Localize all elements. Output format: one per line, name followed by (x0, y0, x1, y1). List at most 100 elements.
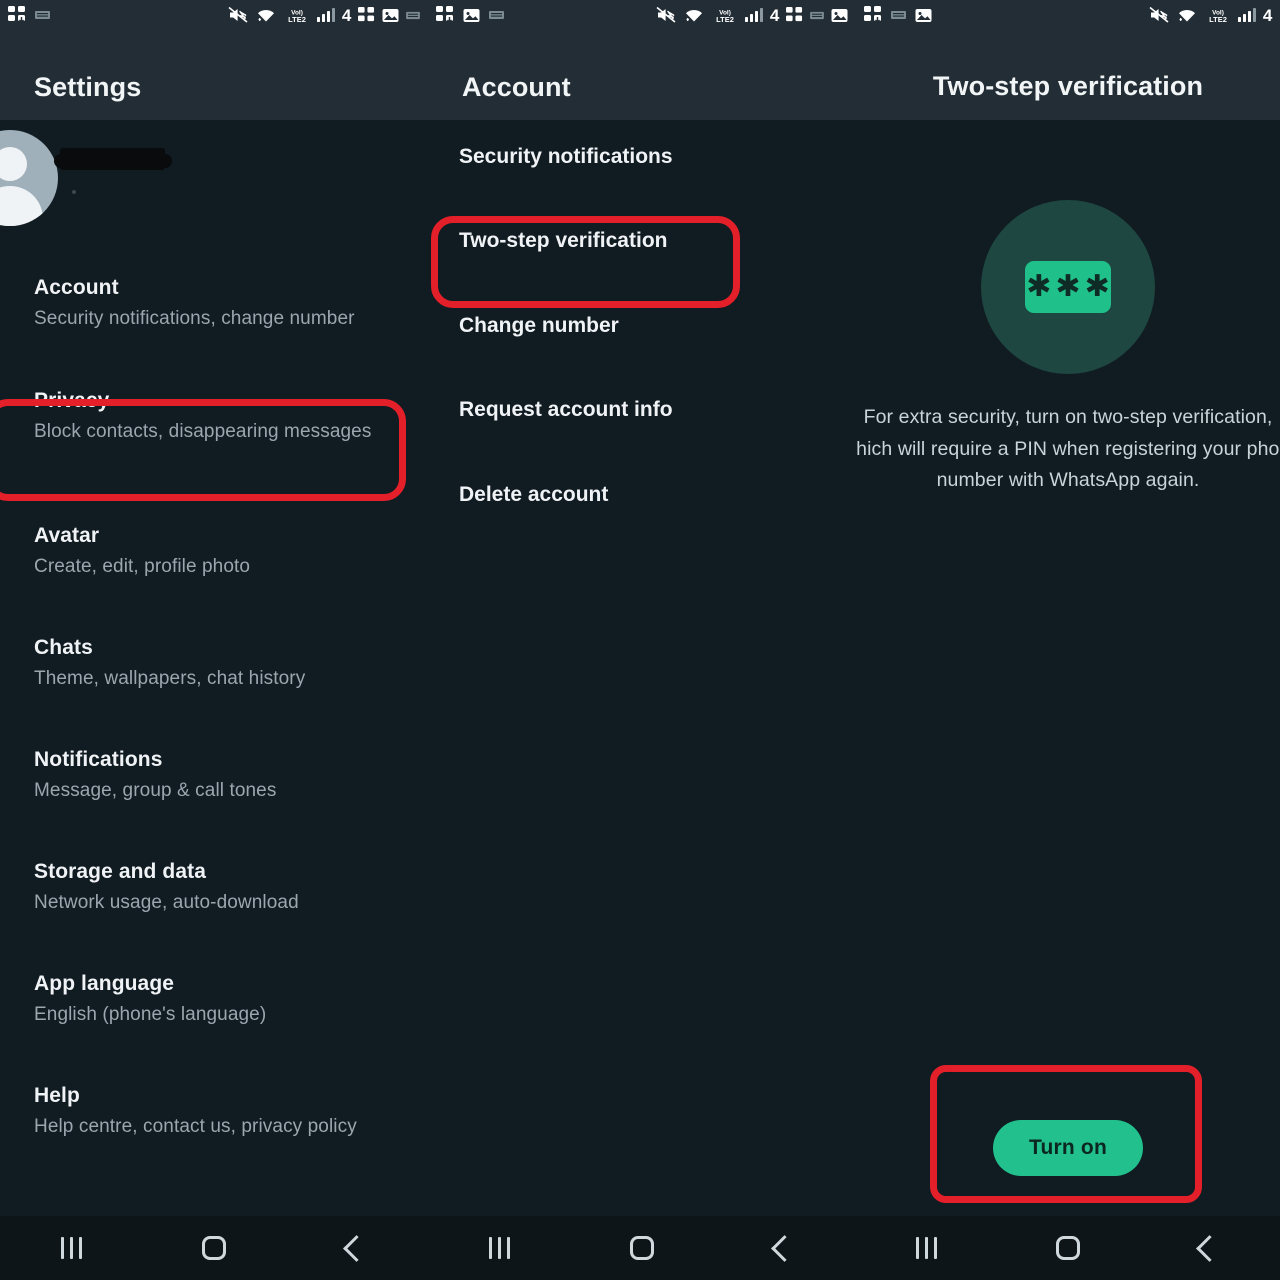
settings-item-subtitle: Create, edit, profile photo (34, 556, 251, 577)
pin-icon-box: ✱ ✱ ✱ (1025, 261, 1111, 313)
three-panel-screenshot: VoI) LTE2 4 Settings Account Security no… (0, 0, 1280, 1280)
recents-icon (60, 1237, 82, 1259)
sim-card-icon (489, 11, 504, 19)
wifi-icon (257, 9, 274, 21)
home-icon (629, 1236, 654, 1260)
apps-icon-right (786, 6, 803, 21)
back-icon (1195, 1234, 1223, 1262)
signal-icon (316, 8, 335, 22)
profile-name-redacted (54, 148, 172, 170)
sim-card-icon-right (406, 11, 420, 19)
status-bar-count: 4 (341, 5, 351, 25)
settings-item-subtitle: English (phone's language) (34, 1004, 267, 1025)
image-icon-right (831, 8, 848, 22)
settings-item-help[interactable]: Help Help centre, contact us, privacy po… (0, 1085, 428, 1139)
wifi-icon (1178, 9, 1195, 21)
settings-item-subtitle: Security notifications, change number (34, 308, 355, 329)
recents-button[interactable] (464, 1225, 534, 1271)
status-bar-left-icons (436, 6, 504, 24)
settings-item-subtitle: Network usage, auto-download (34, 892, 299, 913)
svg-text:LTE2: LTE2 (716, 15, 734, 24)
account-body: Security notifications Two-step verifica… (428, 120, 856, 1280)
settings-item-title: Privacy (34, 389, 110, 412)
settings-item-title: App language (34, 972, 175, 995)
back-icon (771, 1234, 799, 1262)
two-step-header: Two-step verification (856, 30, 1280, 120)
avatar-head (0, 147, 27, 181)
svg-text:LTE2: LTE2 (1209, 15, 1227, 24)
status-bar-count: 4 (1262, 5, 1272, 25)
mute-icon (228, 6, 248, 23)
account-item-label: Change number (459, 314, 619, 337)
panel-two-step-verification: VoI) LTE2 4 Two-step verification ✱ ✱ ✱ … (856, 0, 1280, 1280)
account-item-label: Two-step verification (459, 229, 668, 252)
home-button[interactable] (607, 1225, 677, 1271)
recents-button[interactable] (892, 1225, 962, 1271)
status-bar-left-icons (8, 6, 50, 24)
sim-card-icon (891, 11, 906, 19)
home-button[interactable] (179, 1225, 249, 1271)
settings-item-privacy[interactable]: Privacy Block contacts, disappearing mes… (0, 390, 428, 444)
description-line-3: number with WhatsApp again. (936, 469, 1200, 492)
back-button[interactable] (750, 1225, 820, 1271)
settings-item-title: Account (34, 276, 119, 299)
status-bar-panel2: VoI) LTE2 4 (428, 0, 856, 30)
sim-card-icon-right (810, 11, 824, 19)
settings-item-account[interactable]: Account Security notifications, change n… (0, 277, 428, 331)
sim-card-icon (35, 11, 50, 19)
back-icon (343, 1234, 371, 1262)
description-line-1: For extra security, turn on two-step ver… (863, 406, 1273, 428)
panel-account: VoI) LTE2 4 Account Security notificatio… (428, 0, 856, 1280)
settings-item-subtitle: Message, group & call tones (34, 780, 277, 801)
home-icon (1055, 1236, 1080, 1260)
account-item-request-account-info[interactable]: Request account info (459, 398, 673, 422)
account-item-change-number[interactable]: Change number (459, 314, 619, 338)
settings-item-title: Chats (34, 636, 93, 659)
settings-item-subtitle: Block contacts, disappearing messages (34, 421, 372, 442)
account-item-label: Security notifications (459, 145, 673, 168)
settings-body: Account Security notifications, change n… (0, 120, 428, 1280)
home-button[interactable] (1033, 1225, 1103, 1271)
settings-item-app-language[interactable]: App language English (phone's language) (0, 973, 428, 1027)
settings-item-title: Avatar (34, 524, 100, 547)
nav-bar-panel2 (428, 1216, 856, 1280)
nav-bar-panel1 (0, 1216, 428, 1280)
mute-icon (656, 6, 676, 23)
turn-on-button[interactable]: Turn on (993, 1120, 1143, 1176)
mute-icon (1149, 6, 1169, 23)
status-bar-left-icons (864, 6, 932, 24)
two-step-body: ✱ ✱ ✱ For extra security, turn on two-st… (856, 120, 1280, 1280)
recents-button[interactable] (36, 1225, 106, 1271)
svg-text:LTE2: LTE2 (288, 15, 306, 24)
pin-icon: ✱ ✱ ✱ (981, 200, 1155, 374)
account-item-two-step-verification[interactable]: Two-step verification (459, 229, 667, 253)
settings-item-chats[interactable]: Chats Theme, wallpapers, chat history (0, 637, 428, 691)
status-bar-count: 4 (769, 5, 779, 25)
settings-item-avatar[interactable]: Avatar Create, edit, profile photo (0, 525, 428, 579)
avatar[interactable] (0, 130, 58, 226)
profile-row[interactable] (0, 120, 428, 240)
recents-icon (488, 1237, 510, 1259)
apps-icon (864, 6, 881, 24)
pin-asterisk: ✱ (1026, 269, 1052, 304)
settings-item-storage-and-data[interactable]: Storage and data Network usage, auto-dow… (0, 861, 428, 915)
back-button[interactable] (322, 1225, 392, 1271)
account-item-delete-account[interactable]: Delete account (459, 483, 608, 507)
apps-icon-right (358, 6, 375, 21)
settings-item-title: Help (34, 1084, 80, 1107)
pin-asterisk: ✱ (1055, 269, 1081, 304)
description-line-2: which will require a PIN when registerin… (856, 437, 1280, 460)
signal-icon (744, 8, 763, 22)
settings-item-subtitle: Help centre, contact us, privacy policy (34, 1116, 357, 1137)
settings-header: Settings (0, 30, 428, 120)
status-bar-right-icons: VoI) LTE2 4 (656, 6, 848, 24)
status-bar-panel3: VoI) LTE2 4 (856, 0, 1280, 30)
volte2-icon: VoI) LTE2 (716, 9, 734, 24)
back-button[interactable] (1174, 1225, 1244, 1271)
volte2-icon: VoI) LTE2 (1209, 9, 1227, 24)
status-bar-right-icons: VoI) LTE2 4 (228, 6, 420, 24)
avatar-shoulders (0, 186, 43, 226)
image-icon (463, 8, 480, 22)
settings-item-notifications[interactable]: Notifications Message, group & call tone… (0, 749, 428, 803)
account-item-security-notifications[interactable]: Security notifications (459, 145, 673, 169)
